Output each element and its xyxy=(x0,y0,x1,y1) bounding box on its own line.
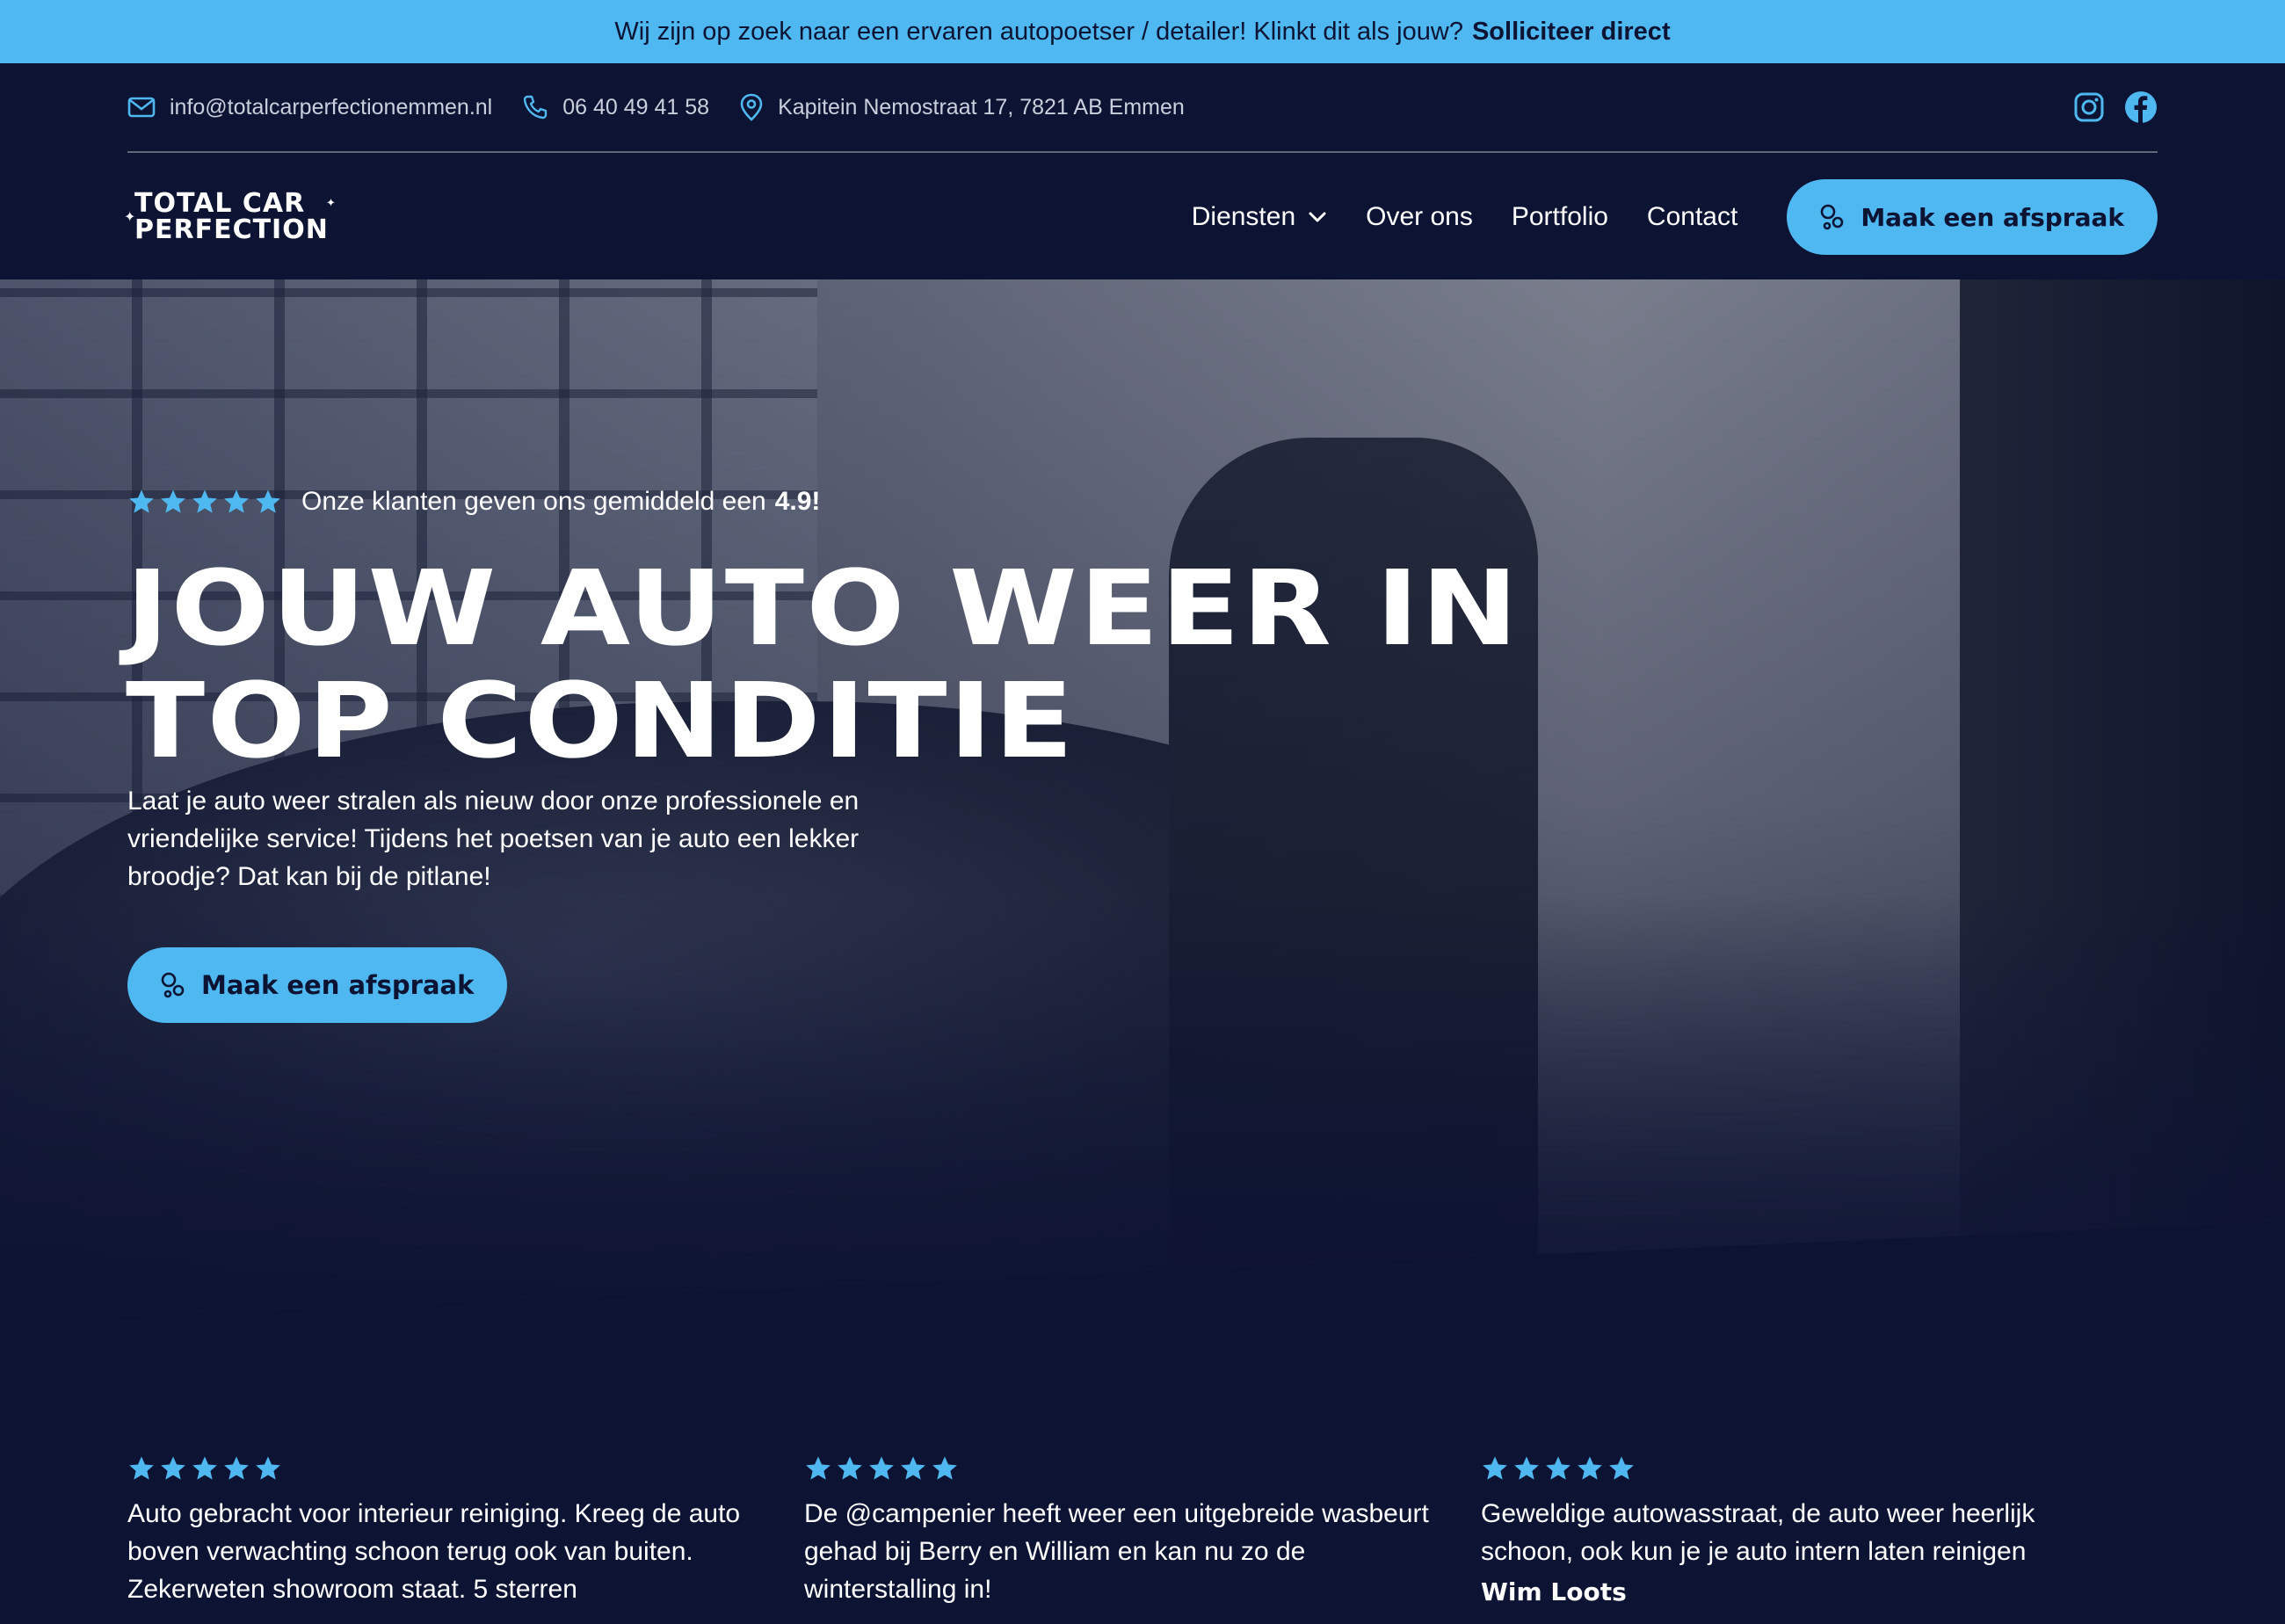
star-icon xyxy=(129,1456,154,1480)
announcement-text: Wij zijn op zoek naar een ervaren autopo… xyxy=(614,17,1463,46)
email-contact[interactable]: info@totalcarperfectionemmen.nl xyxy=(127,95,492,120)
star-icon xyxy=(192,489,217,513)
mail-icon xyxy=(127,97,156,118)
nav-label: Diensten xyxy=(1191,202,1296,231)
main-nav: Diensten Over ons Portfolio Contact Maak… xyxy=(1153,179,2158,255)
review-stars xyxy=(804,1454,1430,1483)
sparkle-icon: ✦ xyxy=(326,197,337,210)
star-icon xyxy=(901,1456,925,1480)
nav-label: Portfolio xyxy=(1511,202,1608,231)
main-nav-row: TOTAL CAR PERFECTION ✦ ✦ Diensten Over o… xyxy=(124,153,2158,281)
contact-topbar: info@totalcarperfectionemmen.nl 06 40 49… xyxy=(127,63,2158,153)
facebook-link[interactable] xyxy=(2124,91,2158,124)
star-icon xyxy=(806,1456,831,1480)
bubbles-icon xyxy=(1821,204,1844,230)
star-icon xyxy=(1483,1456,1507,1480)
headline-line2: TOP CONDITIE xyxy=(126,660,1076,781)
review-stars xyxy=(127,1454,753,1483)
nav-portfolio[interactable]: Portfolio xyxy=(1512,202,1608,232)
nav-contact[interactable]: Contact xyxy=(1647,202,1737,232)
nav-label: Over ons xyxy=(1366,202,1473,231)
nav-diensten[interactable]: Diensten xyxy=(1192,202,1327,232)
book-appointment-button[interactable]: Maak een afspraak xyxy=(1787,179,2158,255)
social-links xyxy=(2054,91,2158,124)
star-icon xyxy=(869,1456,894,1480)
rating-score: 4.9! xyxy=(774,487,821,516)
reviews-section: Auto gebracht voor interieur reiniging. … xyxy=(127,1454,2158,1608)
address-text: Kapitein Nemostraat 17, 7821 AB Emmen xyxy=(778,94,1185,120)
announcement-bar: Wij zijn op zoek naar een ervaren autopo… xyxy=(0,0,2285,63)
site-header: info@totalcarperfectionemmen.nl 06 40 49… xyxy=(0,63,2285,281)
star-icon xyxy=(161,1456,185,1480)
email-text: info@totalcarperfectionemmen.nl xyxy=(170,94,493,120)
apply-link[interactable]: Solliciteer direct xyxy=(1472,18,1671,47)
rating-stars xyxy=(127,488,286,516)
star-icon xyxy=(1578,1456,1602,1480)
review-text: Geweldige autowasstraat, de auto weer he… xyxy=(1481,1499,2035,1566)
review-text: Auto gebracht voor interieur reiniging. … xyxy=(127,1499,741,1604)
review-card: Auto gebracht voor interieur reiniging. … xyxy=(127,1454,804,1608)
hero-book-appointment-button[interactable]: Maak een afspraak xyxy=(127,947,508,1023)
nav-over-ons[interactable]: Over ons xyxy=(1366,202,1473,232)
rating-text: Onze klanten geven ons gemiddeld een xyxy=(301,487,766,516)
facebook-icon xyxy=(2125,91,2157,123)
review-author: Wim Loots xyxy=(1481,1577,1627,1606)
review-text: De @campenier heeft weer een uitgebreide… xyxy=(804,1499,1429,1604)
button-label: Maak een afspraak xyxy=(1861,202,2124,232)
star-icon xyxy=(1514,1456,1539,1480)
star-icon xyxy=(161,489,185,513)
headline-line1: JOUW AUTO WEER IN xyxy=(126,547,1520,669)
star-icon xyxy=(192,1456,217,1480)
phone-text: 06 40 49 41 58 xyxy=(562,94,710,120)
hero-rating: Onze klanten geven ons gemiddeld een 4.9… xyxy=(127,487,820,517)
star-icon xyxy=(224,1456,249,1480)
phone-contact[interactable]: 06 40 49 41 58 xyxy=(522,94,709,120)
logo[interactable]: TOTAL CAR PERFECTION ✦ ✦ xyxy=(124,188,336,245)
star-icon xyxy=(256,1456,280,1480)
star-icon xyxy=(256,489,280,513)
address-contact[interactable]: Kapitein Nemostraat 17, 7821 AB Emmen xyxy=(739,93,1185,121)
star-icon xyxy=(1609,1456,1634,1480)
star-icon xyxy=(838,1456,862,1480)
sparkle-icon: ✦ xyxy=(124,208,137,225)
map-pin-icon xyxy=(740,93,763,121)
button-label: Maak een afspraak xyxy=(201,970,475,1000)
star-icon xyxy=(129,489,154,513)
nav-label: Contact xyxy=(1646,202,1738,231)
review-stars xyxy=(1481,1454,2107,1483)
instagram-icon xyxy=(2074,92,2104,122)
star-icon xyxy=(224,489,249,513)
bubbles-icon xyxy=(161,972,185,998)
hero-headline: JOUW AUTO WEER IN TOP CONDITIE xyxy=(126,552,1897,777)
chevron-down-icon xyxy=(1309,212,1326,222)
review-card: De @campenier heeft weer een uitgebreide… xyxy=(804,1454,1481,1608)
hero-subtext: Laat je auto weer stralen als nieuw door… xyxy=(127,787,860,891)
phone-icon xyxy=(524,95,548,120)
star-icon xyxy=(1546,1456,1570,1480)
logo-line1: TOTAL CAR xyxy=(134,188,306,219)
review-card: Geweldige autowasstraat, de auto weer he… xyxy=(1481,1454,2158,1608)
instagram-link[interactable] xyxy=(2073,91,2105,123)
logo-line2: PERFECTION xyxy=(134,214,329,245)
star-icon xyxy=(932,1456,957,1480)
